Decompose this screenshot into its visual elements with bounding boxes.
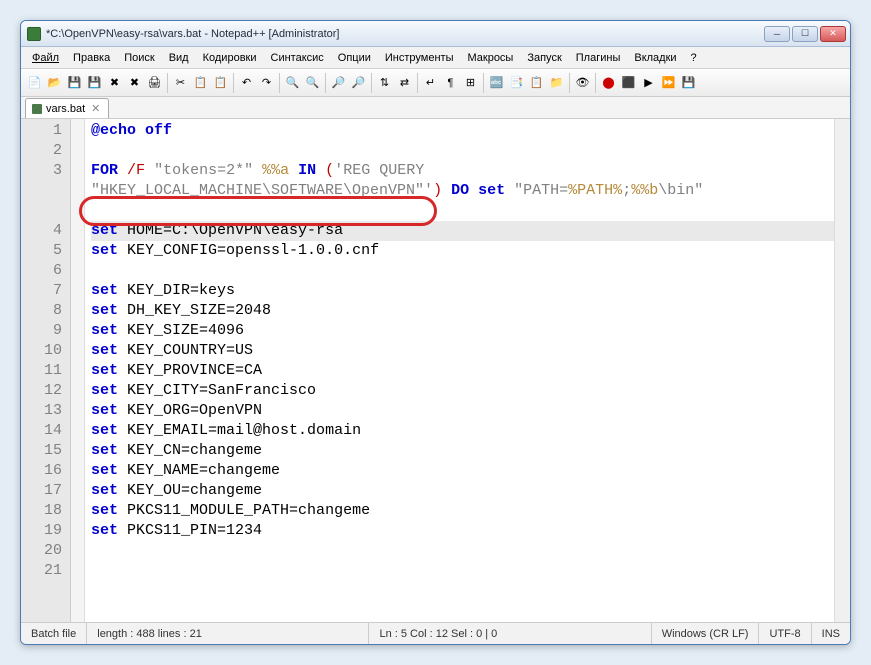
open-file-icon[interactable]: 📂 — [45, 73, 64, 92]
monitor-icon[interactable]: 👁 — [573, 73, 592, 92]
sync-v-icon[interactable]: ⇅ — [375, 73, 394, 92]
file-icon — [32, 104, 42, 114]
new-file-icon[interactable]: 📄 — [25, 73, 44, 92]
separator — [325, 73, 326, 93]
zoom-in-icon[interactable]: 🔎 — [329, 73, 348, 92]
menu-help[interactable]: ? — [684, 50, 704, 66]
copy-icon[interactable]: 📋 — [191, 73, 210, 92]
undo-icon[interactable]: ↶ — [237, 73, 256, 92]
statusbar: Batch file length : 488 lines : 21 Ln : … — [21, 622, 850, 644]
menu-search[interactable]: Поиск — [117, 50, 161, 66]
menu-file[interactable]: Файл — [25, 50, 66, 66]
status-length: length : 488 lines : 21 — [87, 623, 369, 644]
tabbar: vars.bat ✕ — [21, 97, 850, 119]
sync-h-icon[interactable]: ⇄ — [395, 73, 414, 92]
menu-tabs[interactable]: Вкладки — [627, 50, 683, 66]
save-icon[interactable]: 💾 — [65, 73, 84, 92]
status-pos: Ln : 5 Col : 12 Sel : 0 | 0 — [369, 623, 651, 644]
save-macro-icon[interactable]: 💾 — [679, 73, 698, 92]
record-macro-icon[interactable]: ⬤ — [599, 73, 618, 92]
fold-column — [71, 119, 85, 622]
separator — [483, 73, 484, 93]
status-mode[interactable]: INS — [812, 623, 850, 644]
menu-macro[interactable]: Макросы — [460, 50, 520, 66]
wordwrap-icon[interactable]: ↵ — [421, 73, 440, 92]
window-title: *C:\OpenVPN\easy-rsa\vars.bat - Notepad+… — [46, 28, 764, 40]
vertical-scrollbar[interactable] — [834, 119, 850, 622]
folder-icon[interactable]: 📁 — [547, 73, 566, 92]
app-window: *C:\OpenVPN\easy-rsa\vars.bat - Notepad+… — [20, 20, 851, 645]
maximize-button[interactable]: ☐ — [792, 26, 818, 42]
play-macro-icon[interactable]: ▶ — [639, 73, 658, 92]
paste-icon[interactable]: 📋 — [211, 73, 230, 92]
separator — [595, 73, 596, 93]
status-encoding[interactable]: UTF-8 — [759, 623, 811, 644]
lang-icon[interactable]: 🔤 — [487, 73, 506, 92]
app-icon — [27, 27, 41, 41]
minimize-button[interactable]: ─ — [764, 26, 790, 42]
toolbar: 📄 📂 💾 💾 ✖ ✖ 🖨 ✂ 📋 📋 ↶ ↷ 🔍 🔍 🔎 🔎 ⇅ ⇄ ↵ ¶ … — [21, 69, 850, 97]
cut-icon[interactable]: ✂ — [171, 73, 190, 92]
code-area[interactable]: @echo off FOR /F "tokens=2*" %%a IN ('RE… — [85, 119, 834, 622]
menu-tools[interactable]: Инструменты — [378, 50, 461, 66]
separator — [279, 73, 280, 93]
print-icon[interactable]: 🖨 — [145, 73, 164, 92]
indent-guide-icon[interactable]: ⊞ — [461, 73, 480, 92]
menu-edit[interactable]: Правка — [66, 50, 117, 66]
zoom-out-icon[interactable]: 🔎 — [349, 73, 368, 92]
close-all-icon[interactable]: ✖ — [125, 73, 144, 92]
redo-icon[interactable]: ↷ — [257, 73, 276, 92]
close-file-icon[interactable]: ✖ — [105, 73, 124, 92]
play-multi-icon[interactable]: ⏩ — [659, 73, 678, 92]
tab-vars-bat[interactable]: vars.bat ✕ — [25, 98, 109, 118]
close-button[interactable]: ✕ — [820, 26, 846, 42]
menu-run[interactable]: Запуск — [520, 50, 568, 66]
func-list-icon[interactable]: 📋 — [527, 73, 546, 92]
tab-label: vars.bat — [46, 103, 85, 115]
separator — [569, 73, 570, 93]
menu-encoding[interactable]: Кодировки — [196, 50, 264, 66]
titlebar[interactable]: *C:\OpenVPN\easy-rsa\vars.bat - Notepad+… — [21, 21, 850, 47]
replace-icon[interactable]: 🔍 — [303, 73, 322, 92]
editor[interactable]: 123 456789101112131415161718192021 @echo… — [21, 119, 850, 622]
save-all-icon[interactable]: 💾 — [85, 73, 104, 92]
doc-map-icon[interactable]: 📑 — [507, 73, 526, 92]
stop-macro-icon[interactable]: ⬛ — [619, 73, 638, 92]
separator — [417, 73, 418, 93]
separator — [371, 73, 372, 93]
menu-plugins[interactable]: Плагины — [569, 50, 628, 66]
menu-options[interactable]: Опции — [331, 50, 378, 66]
show-all-icon[interactable]: ¶ — [441, 73, 460, 92]
menu-syntax[interactable]: Синтаксис — [264, 50, 331, 66]
separator — [167, 73, 168, 93]
line-gutter: 123 456789101112131415161718192021 — [21, 119, 71, 622]
status-lang: Batch file — [21, 623, 87, 644]
tab-close-icon[interactable]: ✕ — [89, 102, 102, 115]
find-icon[interactable]: 🔍 — [283, 73, 302, 92]
separator — [233, 73, 234, 93]
menubar: Файл Правка Поиск Вид Кодировки Синтакси… — [21, 47, 850, 69]
menu-view[interactable]: Вид — [162, 50, 196, 66]
status-eol[interactable]: Windows (CR LF) — [652, 623, 760, 644]
